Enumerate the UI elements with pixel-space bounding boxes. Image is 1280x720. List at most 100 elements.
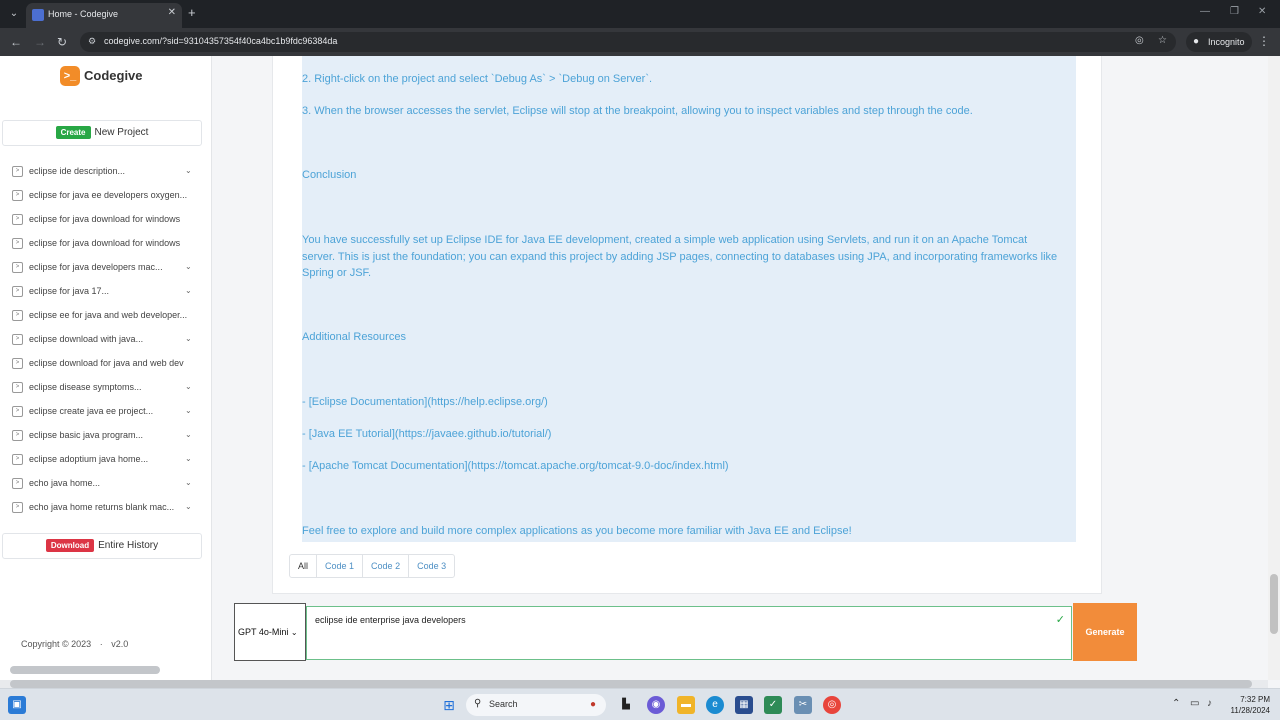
chevron-down-icon[interactable]: ⌄	[185, 478, 192, 487]
terminal-icon: >	[12, 238, 23, 249]
history-item-label: eclipse download for java and web dev	[29, 358, 184, 368]
answer-paragraph: 3. When the browser accesses the servlet…	[302, 105, 973, 117]
store-icon[interactable]: ▦	[735, 696, 753, 714]
create-badge: Create	[55, 125, 91, 139]
model-select[interactable]: GPT 4o-Mini ⌄	[234, 603, 306, 661]
history-item[interactable]: > eclipse for java download for windows	[0, 232, 205, 256]
tab-all[interactable]: All	[290, 555, 316, 577]
close-window-icon[interactable]: ✕	[1258, 6, 1266, 17]
tab-code-2[interactable]: Code 2	[362, 555, 408, 577]
chevron-down-icon[interactable]: ⌄	[185, 382, 192, 391]
prompt-input[interactable]: eclipse ide enterprise java developers ✓	[306, 606, 1072, 660]
resource-link[interactable]: - [Java EE Tutorial](https://javaee.gith…	[302, 426, 1062, 443]
answer-paragraph: Feel free to explore and build more comp…	[302, 525, 852, 537]
prompt-text: eclipse ide enterprise java developers	[315, 615, 466, 625]
address-bar: ← → ↻ ⚙ codegive.com/?sid=93104357354f40…	[0, 28, 1280, 56]
history-item-label: eclipse create java ee project...	[29, 406, 154, 416]
chevron-down-icon[interactable]: ⌄	[185, 262, 192, 271]
chevron-down-icon[interactable]: ⌄	[185, 502, 192, 511]
site-info-icon[interactable]: ⚙	[88, 36, 96, 47]
sidebar-scrollbar[interactable]	[10, 666, 160, 674]
chevron-down-icon[interactable]: ⌄	[185, 166, 192, 175]
browser-menu-icon[interactable]: ⋮	[1258, 34, 1270, 48]
url-field[interactable]: ⚙ codegive.com/?sid=93104357354f40ca4bc1…	[80, 32, 1176, 52]
code-tabs: All Code 1 Code 2 Code 3	[289, 554, 456, 578]
horizontal-scrollbar-thumb[interactable]	[10, 680, 1252, 688]
chevron-down-icon[interactable]: ⌄	[185, 430, 192, 439]
history-item[interactable]: > echo java home returns blank mac... ⌄	[0, 496, 205, 520]
restore-icon[interactable]: ❐	[1230, 6, 1239, 17]
chevron-down-icon[interactable]: ⌄	[185, 334, 192, 343]
history-item-label: echo java home returns blank mac...	[29, 502, 175, 512]
network-icon[interactable]: ▭	[1190, 698, 1199, 709]
history-item-label: eclipse disease symptoms...	[29, 382, 142, 392]
terminal-icon: >	[12, 502, 23, 513]
reload-icon[interactable]: ↻	[57, 35, 67, 49]
chevron-up-icon[interactable]: ⌃	[1172, 698, 1180, 709]
tab-code-3[interactable]: Code 3	[408, 555, 454, 577]
create-new-project-button[interactable]: Create New Project	[2, 120, 202, 146]
new-tab-icon[interactable]: +	[188, 5, 196, 20]
tab-search-icon[interactable]: ⌄	[6, 6, 22, 22]
tab-title: Home - Codegive	[48, 9, 119, 19]
chevron-down-icon[interactable]: ⌄	[185, 406, 192, 415]
history-item-label: eclipse ide description...	[29, 166, 126, 176]
page-scrollbar[interactable]	[1268, 56, 1280, 680]
history-item[interactable]: > eclipse download with java... ⌄	[0, 328, 205, 352]
download-history-button[interactable]: Download Entire History	[2, 533, 202, 559]
page-scrollbar-thumb[interactable]	[1270, 574, 1278, 634]
start-icon[interactable]: ⊞	[440, 696, 458, 714]
search-highlight-icon[interactable]: ●	[584, 696, 602, 714]
history-item[interactable]: > echo java home... ⌄	[0, 472, 205, 496]
horizontal-scrollbar[interactable]	[0, 680, 1268, 688]
snipping-tool-icon[interactable]: ✂	[794, 696, 812, 714]
minimize-icon[interactable]: —	[1200, 6, 1210, 17]
edge-icon[interactable]: e	[706, 696, 724, 714]
terminal-icon: >	[12, 382, 23, 393]
history-item[interactable]: > eclipse create java ee project... ⌄	[0, 400, 205, 424]
history-item[interactable]: > eclipse for java ee developers oxygen..…	[0, 184, 205, 208]
back-icon[interactable]: ←	[10, 35, 22, 49]
incognito-indicator[interactable]: ● Incognito	[1186, 32, 1252, 52]
close-tab-icon[interactable]: ✕	[168, 7, 176, 18]
history-item[interactable]: > eclipse for java 17... ⌄	[0, 280, 205, 304]
history-item[interactable]: > eclipse for java developers mac... ⌄	[0, 256, 205, 280]
chevron-down-icon[interactable]: ⌄	[185, 286, 192, 295]
resource-link[interactable]: - [Apache Tomcat Documentation](https://…	[302, 458, 1062, 475]
system-clock[interactable]: 7:32 PM 11/28/2024	[1224, 694, 1270, 716]
result-card: 2. Right-click on the project and select…	[272, 56, 1102, 594]
history-item-label: eclipse basic java program...	[29, 430, 144, 440]
terminal-icon: >	[12, 430, 23, 441]
history-item[interactable]: > eclipse ide description... ⌄	[0, 160, 205, 184]
history-item[interactable]: > eclipse adoptium java home... ⌄	[0, 448, 205, 472]
history-item[interactable]: > eclipse download for java and web dev	[0, 352, 205, 376]
chevron-down-icon[interactable]: ⌄	[185, 454, 192, 463]
spreadsheet-icon[interactable]: ✓	[764, 696, 782, 714]
chat-icon[interactable]: ◉	[647, 696, 665, 714]
widgets-icon[interactable]: ▣	[8, 696, 26, 714]
eye-off-icon[interactable]: ◎	[1135, 35, 1144, 46]
generate-button[interactable]: Generate	[1073, 603, 1137, 661]
history-item-label: eclipse ee for java and web developer...	[29, 310, 188, 320]
terminal-icon: >	[12, 358, 23, 369]
terminal-icon: >	[12, 166, 23, 177]
footer: Copyright © 2023 · v2.0	[21, 639, 128, 649]
url-text: codegive.com/?sid=93104357354f40ca4bc1b9…	[104, 36, 338, 46]
history-item[interactable]: > eclipse ee for java and web developer..…	[0, 304, 205, 328]
history-item[interactable]: > eclipse basic java program... ⌄	[0, 424, 205, 448]
history-item-label: eclipse for java 17...	[29, 286, 110, 296]
answer-paragraph: You have successfully set up Eclipse IDE…	[302, 234, 1058, 279]
bookmark-star-icon[interactable]: ☆	[1158, 35, 1167, 46]
browser-tab[interactable]: Home - Codegive ✕	[26, 3, 182, 28]
forward-icon[interactable]: →	[34, 35, 46, 49]
task-view-icon[interactable]: ▙	[617, 696, 635, 714]
volume-icon[interactable]: ♪	[1207, 698, 1212, 709]
resource-link[interactable]: - [Eclipse Documentation](https://help.e…	[302, 394, 1062, 411]
tab-code-1[interactable]: Code 1	[316, 555, 362, 577]
favicon-icon	[32, 9, 44, 21]
file-explorer-icon[interactable]: ▬	[677, 696, 695, 714]
copyright-text: Copyright © 2023	[21, 639, 92, 649]
history-item[interactable]: > eclipse for java download for windows	[0, 208, 205, 232]
chrome-icon[interactable]: ◎	[823, 696, 841, 714]
history-item[interactable]: > eclipse disease symptoms... ⌄	[0, 376, 205, 400]
